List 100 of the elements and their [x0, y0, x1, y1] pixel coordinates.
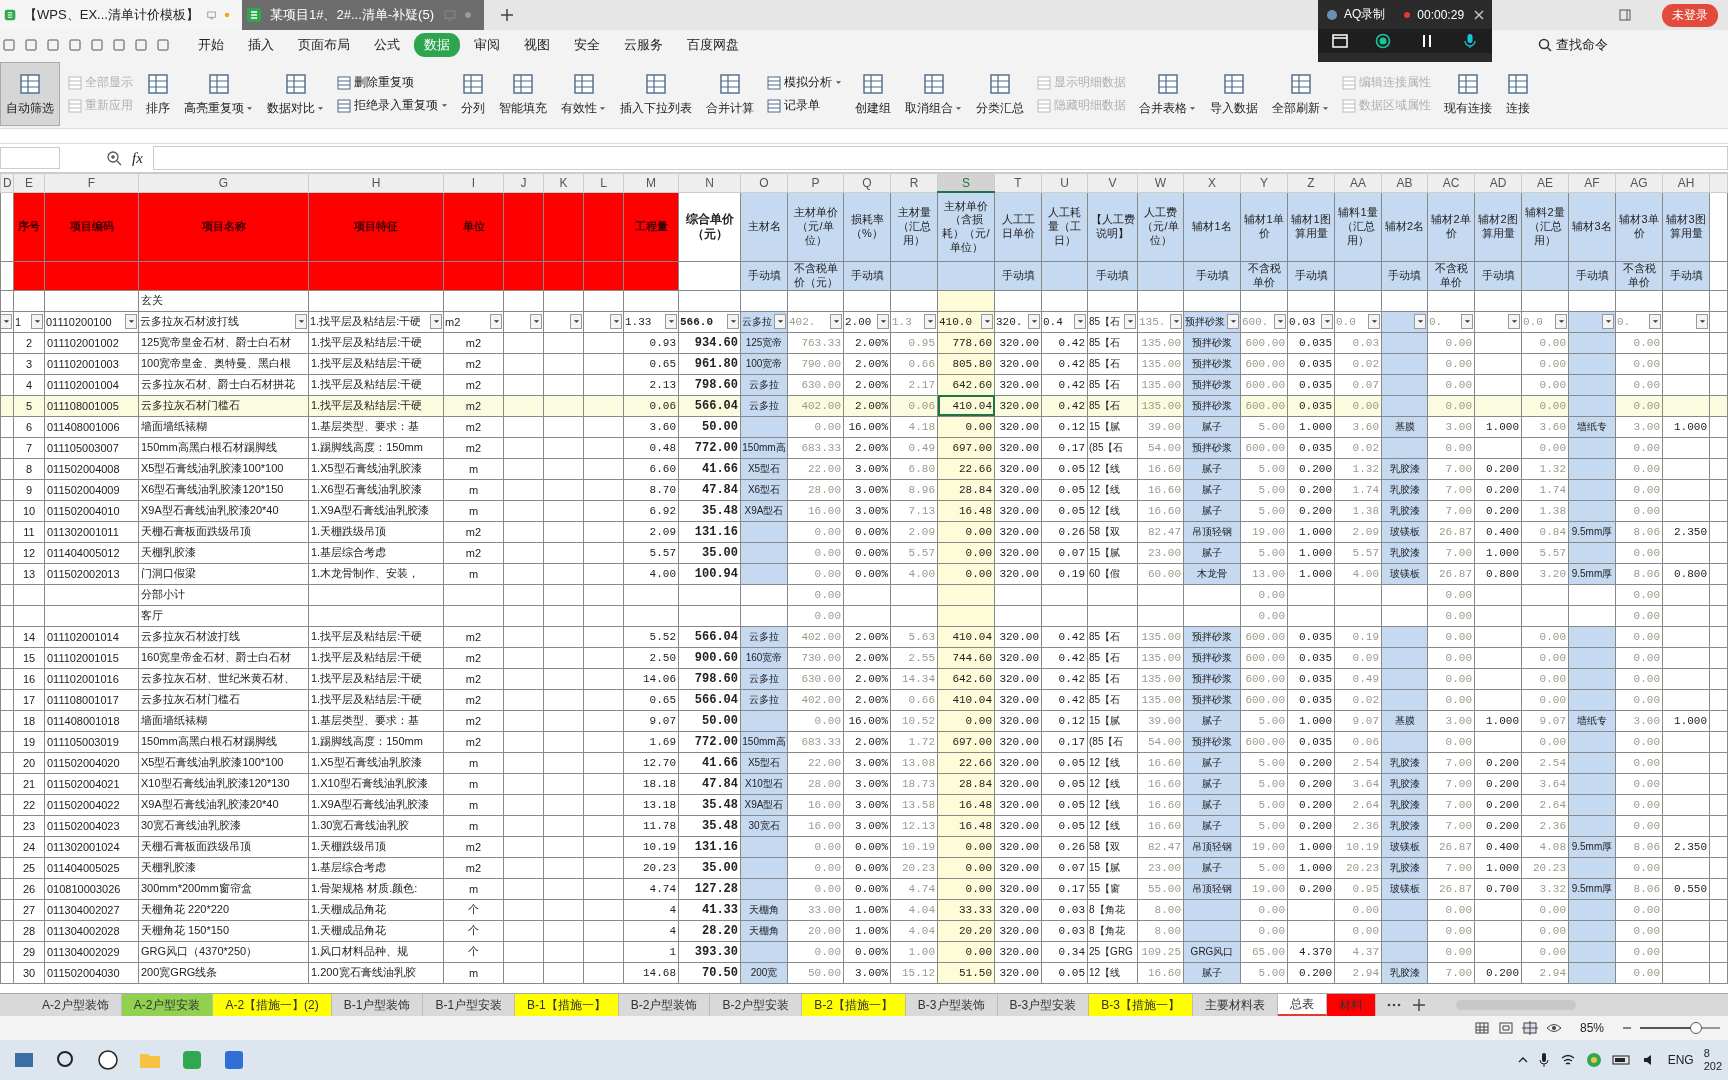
sheet-tab[interactable]: B-2【措施一】: [802, 994, 906, 1016]
window-tab[interactable]: 【WPS、EX...清单计价模板】: [0, 0, 242, 30]
column-letter[interactable]: N: [678, 173, 741, 192]
filter-dropdown-button[interactable]: [1321, 314, 1333, 329]
column-letter[interactable]: W: [1137, 173, 1184, 192]
menu-tab[interactable]: 云服务: [614, 33, 673, 57]
ribbon-button[interactable]: 智能填充: [494, 62, 552, 126]
clock-time[interactable]: 8: [1703, 1046, 1722, 1060]
ribbon-button[interactable]: 拒绝录入重复项: [337, 97, 448, 114]
column-letter[interactable]: V: [1087, 173, 1138, 192]
ribbon-button[interactable]: 排序: [141, 62, 175, 126]
ribbon-button[interactable]: 删除重复项: [337, 74, 448, 91]
window-tab[interactable]: 某项目1#、2#...清单-补疑(5): [242, 0, 484, 30]
filter-dropdown-button[interactable]: [1124, 314, 1136, 329]
menu-tab[interactable]: 审阅: [464, 33, 510, 57]
filter-dropdown-button[interactable]: [1555, 314, 1567, 329]
column-letter[interactable]: M: [623, 173, 679, 192]
filter-dropdown-button[interactable]: [1696, 314, 1708, 329]
ribbon-button[interactable]: 现有连接: [1439, 62, 1497, 126]
column-letter[interactable]: Q: [843, 173, 891, 192]
normal-view-icon[interactable]: [1473, 1020, 1490, 1036]
column-letter[interactable]: T: [994, 173, 1042, 192]
filter-dropdown-button[interactable]: [570, 314, 582, 329]
filter-dropdown-button[interactable]: [490, 314, 502, 329]
column-letter[interactable]: AH: [1662, 173, 1710, 192]
column-letter[interactable]: X: [1183, 173, 1241, 192]
window-icon[interactable]: [1332, 33, 1348, 49]
ribbon-button[interactable]: 分列: [456, 62, 490, 126]
sheet-tab[interactable]: B-3【措施一】: [1089, 994, 1193, 1016]
menu-tab[interactable]: 插入: [238, 33, 284, 57]
filter-dropdown-button[interactable]: [727, 314, 739, 329]
zoom-dropdown[interactable]: 85%: [1579, 1021, 1604, 1035]
menu-tab[interactable]: 安全: [564, 33, 610, 57]
function-label[interactable]: fx: [132, 149, 143, 167]
caret-icon[interactable]: [1517, 1055, 1528, 1065]
sheet-tab[interactable]: A-2户型安装: [121, 994, 214, 1016]
column-letter[interactable]: E: [13, 173, 45, 192]
column-letter[interactable]: U: [1041, 173, 1088, 192]
more-icon[interactable]: [1385, 1002, 1402, 1008]
ribbon-button[interactable]: 创建组: [850, 62, 896, 126]
filter-dropdown-button[interactable]: [31, 314, 43, 329]
filter-dropdown-button[interactable]: [1368, 314, 1380, 329]
ribbon-button[interactable]: 合并计算: [701, 62, 759, 126]
column-letter[interactable]: I: [443, 173, 504, 192]
filter-dropdown-button[interactable]: [125, 314, 137, 329]
filter-dropdown-button[interactable]: [1508, 314, 1520, 329]
page-layout-icon[interactable]: [1497, 1020, 1514, 1036]
sheet-tab[interactable]: 总表: [1277, 994, 1327, 1016]
column-letter[interactable]: L: [583, 173, 624, 192]
filter-dropdown-button[interactable]: [981, 314, 993, 329]
menu-tab[interactable]: 视图: [514, 33, 560, 57]
column-letter[interactable]: K: [543, 173, 584, 192]
ribbon-button[interactable]: 合并表格: [1134, 62, 1201, 126]
column-letter[interactable]: P: [787, 173, 844, 192]
menu-tab[interactable]: 公式: [364, 33, 410, 57]
filter-dropdown-button[interactable]: [924, 314, 936, 329]
filter-dropdown-button[interactable]: [1602, 314, 1614, 329]
column-letter[interactable]: D: [0, 173, 14, 192]
filter-dropdown-button[interactable]: [1274, 314, 1286, 329]
microphone-icon[interactable]: [1462, 33, 1478, 49]
filter-dropdown-button[interactable]: [877, 314, 889, 329]
column-letter[interactable]: H: [308, 173, 444, 192]
ribbon-button[interactable]: 高亮重复项: [179, 62, 258, 126]
ribbon-button[interactable]: 分类汇总: [971, 62, 1029, 126]
ribbon-button[interactable]: 插入下拉列表: [615, 62, 697, 126]
filter-dropdown-button[interactable]: [1028, 314, 1040, 329]
slider-thumb[interactable]: [1690, 1022, 1702, 1034]
menu-tab[interactable]: 页面布局: [288, 33, 360, 57]
ribbon-button[interactable]: 全部刷新: [1267, 62, 1334, 126]
page-break-icon[interactable]: [1521, 1020, 1538, 1036]
column-letter[interactable]: Y: [1240, 173, 1288, 192]
column-letter[interactable]: AB: [1381, 173, 1428, 192]
column-letter[interactable]: G: [138, 173, 309, 192]
clock-date[interactable]: 202: [1703, 1060, 1722, 1074]
column-letter[interactable]: AF: [1568, 173, 1616, 192]
column-letter[interactable]: O: [740, 173, 788, 192]
column-letter[interactable]: AD: [1474, 173, 1522, 192]
filter-dropdown-button[interactable]: [1074, 314, 1086, 329]
search-icon[interactable]: [1538, 38, 1552, 52]
column-letter[interactable]: S: [937, 173, 995, 192]
microphone-icon[interactable]: [1537, 1052, 1550, 1068]
filter-dropdown-button[interactable]: [830, 314, 842, 329]
menu-tab[interactable]: 百度网盘: [677, 33, 749, 57]
filter-dropdown-button[interactable]: [1461, 314, 1473, 329]
ribbon-button[interactable]: 有效性: [556, 62, 611, 126]
ribbon-button[interactable]: 模拟分析: [767, 74, 842, 91]
filter-dropdown-button[interactable]: [665, 314, 677, 329]
ribbon-button[interactable]: 记录单: [767, 97, 842, 114]
filter-dropdown-button[interactable]: [1649, 314, 1661, 329]
window-layout-icon[interactable]: [1618, 8, 1632, 22]
language-indicator[interactable]: ENG: [1667, 1053, 1694, 1067]
ribbon-button[interactable]: 取消组合: [900, 62, 967, 126]
filter-dropdown-button[interactable]: [610, 314, 622, 329]
filter-dropdown-button[interactable]: [774, 314, 786, 329]
filter-dropdown-button[interactable]: [430, 314, 442, 329]
column-letter[interactable]: F: [44, 173, 139, 192]
sheet-tab[interactable]: B-1【措施一】: [515, 994, 619, 1016]
zoom-icon[interactable]: [106, 150, 122, 166]
column-letter[interactable]: Z: [1287, 173, 1335, 192]
find-command-link[interactable]: 查找命令: [1556, 36, 1608, 54]
